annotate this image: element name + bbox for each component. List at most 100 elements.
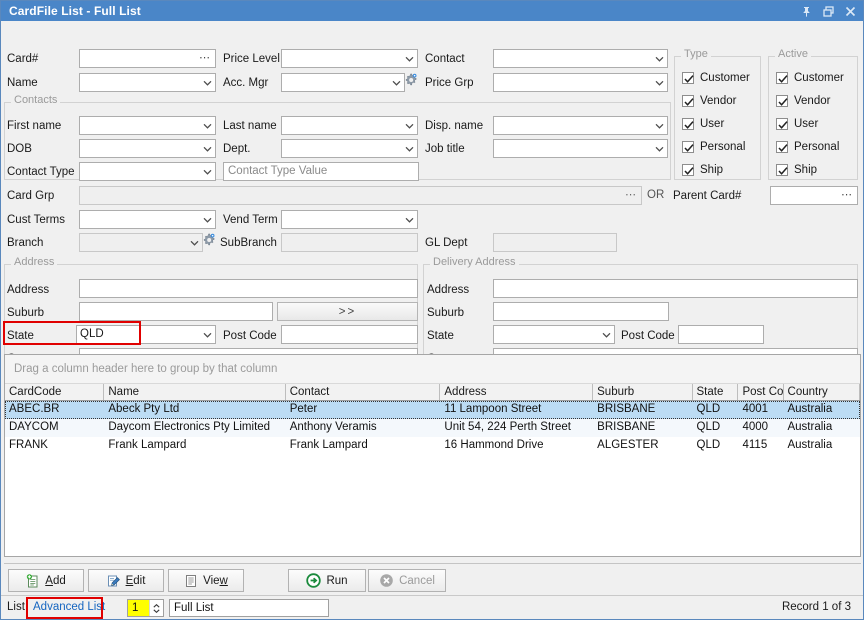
contact-type-value-input[interactable]: Contact Type Value — [223, 162, 419, 181]
tab-advanced-list[interactable]: Advanced List — [29, 600, 109, 614]
address-input[interactable] — [79, 279, 418, 298]
restore-icon[interactable] — [817, 2, 839, 20]
page-spinner-value: 1 — [128, 600, 149, 616]
type-checkbox-customer[interactable]: Customer — [682, 72, 750, 84]
state-select[interactable]: QLD — [76, 325, 216, 344]
grid-column-header-country[interactable]: Country — [783, 384, 860, 400]
price-level-label: Price Level — [223, 53, 280, 65]
first-name-select[interactable] — [79, 116, 216, 135]
table-cell-state: QLD — [696, 421, 721, 433]
grid-body: ABEC.BR Abeck Pty Ltd Peter 11 Lampoon Stre… — [5, 401, 860, 455]
address-label: Address — [7, 284, 50, 296]
run-button[interactable]: Run — [288, 569, 366, 592]
branch-label: Branch — [7, 237, 44, 249]
chevron-down-icon — [203, 169, 212, 175]
title-bar: CardFile List - Full List — [1, 1, 863, 21]
grid-column-header-suburb[interactable]: Suburb — [593, 384, 693, 400]
page-spinner[interactable]: 1 — [127, 599, 164, 617]
table-cell-postcode: 4000 — [742, 421, 769, 433]
ellipsis-icon[interactable]: ⋯ — [625, 190, 637, 201]
acc-mgr-select[interactable] — [281, 73, 405, 92]
card-no-input[interactable]: ⋯ — [79, 49, 216, 68]
grid-column-header-postcode[interactable]: Post Code — [738, 384, 784, 400]
close-icon[interactable] — [839, 2, 861, 20]
checkbox-label: Ship — [794, 164, 818, 176]
view-button[interactable]: View — [168, 569, 244, 592]
dob-select[interactable] — [79, 139, 216, 158]
checkbox-checked-icon — [776, 141, 788, 153]
dept-select[interactable] — [281, 139, 418, 158]
page-spinner-buttons[interactable] — [149, 600, 163, 616]
price-level-select[interactable] — [281, 49, 418, 68]
table-row[interactable]: ABEC.BR Abeck Pty Ltd Peter 11 Lampoon Stre… — [5, 401, 860, 419]
results-grid: Drag a column header here to group by th… — [4, 354, 861, 557]
grid-column-header-name[interactable]: Name — [104, 384, 286, 400]
delivery-address-input[interactable] — [493, 279, 858, 298]
active-checkbox-personal[interactable]: Personal — [776, 141, 839, 153]
chevron-down-icon — [405, 146, 414, 152]
parent-card-input[interactable]: ⋯ — [770, 186, 858, 205]
contact-type-select[interactable] — [79, 162, 216, 181]
delivery-suburb-input[interactable] — [493, 302, 669, 321]
job-title-label: Job title — [425, 143, 465, 155]
type-checkbox-user[interactable]: User — [682, 118, 724, 130]
acc-mgr-settings-gear-icon[interactable] — [404, 73, 419, 88]
suburb-input[interactable] — [79, 302, 273, 321]
active-checkbox-customer[interactable]: Customer — [776, 72, 844, 84]
grid-column-header-address[interactable]: Address — [440, 384, 594, 400]
checkbox-checked-icon — [776, 95, 788, 107]
cancel-button[interactable]: Cancel — [368, 569, 446, 592]
pin-icon[interactable] — [795, 2, 817, 20]
table-row[interactable]: DAYCOM Daycom Electronics Pty Limited Anth… — [5, 419, 860, 437]
type-checkbox-ship[interactable]: Ship — [682, 164, 723, 176]
name-select[interactable] — [79, 73, 216, 92]
dob-label: DOB — [7, 143, 32, 155]
branch-select[interactable] — [79, 233, 203, 252]
list-name-input[interactable]: Full List — [169, 599, 329, 617]
table-cell-cardcode: DAYCOM — [9, 421, 59, 433]
add-button[interactable]: Add — [8, 569, 84, 592]
contact-select[interactable] — [493, 49, 668, 68]
subbranch-input[interactable] — [281, 233, 418, 252]
grid-column-header-state[interactable]: State — [692, 384, 739, 400]
group-by-band[interactable]: Drag a column header here to group by th… — [5, 355, 860, 384]
active-checkbox-user[interactable]: User — [776, 118, 818, 130]
delivery-address-group-title: Delivery Address — [430, 256, 519, 268]
checkbox-checked-icon — [776, 72, 788, 84]
grid-column-header-cardcode[interactable]: CardCode — [5, 384, 105, 400]
delivery-post-code-input[interactable] — [678, 325, 764, 344]
cust-terms-select[interactable] — [79, 210, 216, 229]
vend-term-select[interactable] — [281, 210, 418, 229]
branch-settings-gear-icon[interactable] — [202, 233, 217, 248]
gl-dept-label: GL Dept — [425, 237, 468, 249]
checkbox-label: Personal — [794, 141, 840, 153]
chevron-down-icon — [203, 146, 212, 152]
type-checkbox-vendor[interactable]: Vendor — [682, 95, 736, 107]
last-name-select[interactable] — [281, 116, 418, 135]
ellipsis-icon[interactable]: ⋯ — [199, 53, 211, 64]
type-checkbox-personal[interactable]: Personal — [682, 141, 745, 153]
active-checkbox-ship[interactable]: Ship — [776, 164, 817, 176]
grid-column-header-contact[interactable]: Contact — [285, 384, 441, 400]
delivery-address-label: Address — [427, 284, 470, 296]
card-grp-input[interactable]: ⋯ — [79, 186, 642, 205]
copy-address-button[interactable]: >> — [277, 302, 418, 321]
post-code-input[interactable] — [281, 325, 418, 344]
contact-type-value-placeholder: Contact Type Value — [228, 165, 328, 177]
gl-dept-input[interactable] — [493, 233, 617, 252]
price-grp-select[interactable] — [493, 73, 668, 92]
table-cell-postcode: 4115 — [742, 439, 768, 451]
chevron-down-icon — [190, 240, 199, 246]
active-checkbox-vendor[interactable]: Vendor — [776, 95, 830, 107]
edit-button[interactable]: Edit — [88, 569, 164, 592]
delivery-state-select[interactable] — [493, 325, 615, 344]
tab-list[interactable]: List — [7, 601, 25, 613]
table-cell-name: Abeck Pty Ltd — [108, 403, 180, 415]
checkbox-checked-icon — [682, 118, 694, 130]
table-row[interactable]: FRANK Frank Lampard Frank Lampard 16 Hammon… — [5, 437, 860, 455]
job-title-select[interactable] — [493, 139, 668, 158]
disp-name-select[interactable] — [493, 116, 668, 135]
chevron-down-icon — [392, 80, 401, 86]
ellipsis-icon[interactable]: ⋯ — [841, 190, 853, 201]
table-cell-country: Australia — [787, 439, 833, 451]
